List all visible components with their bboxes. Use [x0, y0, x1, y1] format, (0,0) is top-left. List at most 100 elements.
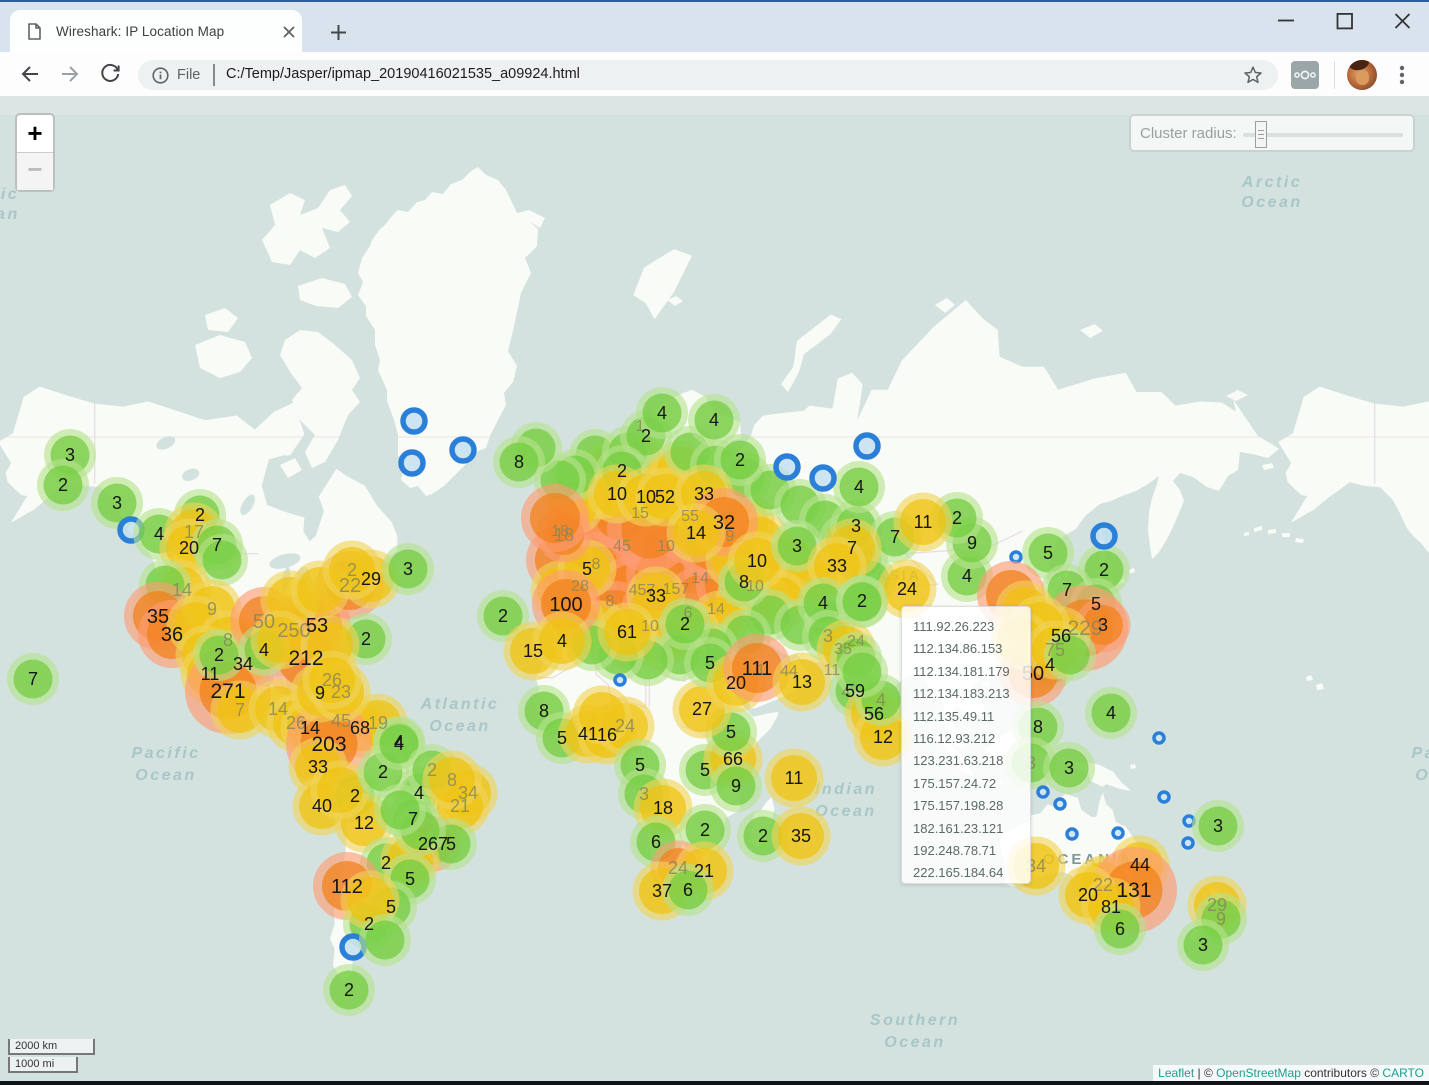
svg-text:7: 7 [212, 535, 222, 555]
svg-text:35: 35 [791, 826, 811, 846]
svg-text:33: 33 [308, 757, 328, 777]
svg-text:34: 34 [233, 654, 253, 674]
svg-text:2: 2 [361, 629, 371, 649]
svg-text:212: 212 [288, 647, 323, 670]
svg-text:8: 8 [514, 452, 524, 472]
svg-text:3: 3 [1064, 758, 1074, 778]
svg-text:5: 5 [1091, 594, 1101, 614]
svg-text:2: 2 [347, 560, 357, 580]
svg-text:5: 5 [726, 722, 736, 742]
svg-text:20: 20 [179, 538, 199, 558]
svg-text:28: 28 [571, 578, 589, 595]
svg-text:267: 267 [418, 834, 448, 854]
svg-text:Southern: Southern [870, 1012, 960, 1029]
svg-text:9: 9 [315, 683, 325, 703]
svg-text:8: 8 [1033, 717, 1043, 737]
svg-text:Indian: Indian [815, 781, 877, 798]
svg-text:56: 56 [1051, 626, 1071, 646]
svg-text:2: 2 [680, 614, 690, 634]
svg-text:37: 37 [652, 881, 672, 901]
svg-text:45: 45 [331, 711, 351, 731]
svg-text:2: 2 [427, 760, 437, 780]
svg-text:59: 59 [845, 681, 865, 701]
svg-text:9: 9 [967, 533, 977, 553]
svg-text:3: 3 [1198, 935, 1208, 955]
svg-text:66: 66 [723, 749, 743, 769]
svg-text:Pacific: Pacific [1411, 745, 1429, 762]
svg-text:12: 12 [354, 813, 374, 833]
svg-text:20: 20 [1078, 885, 1098, 905]
svg-text:Ocean: Ocean [0, 206, 20, 223]
svg-text:3: 3 [1213, 816, 1223, 836]
svg-text:2: 2 [617, 461, 627, 481]
svg-text:2: 2 [214, 645, 224, 665]
svg-text:10: 10 [657, 538, 675, 555]
svg-text:2: 2 [857, 591, 867, 611]
svg-text:14: 14 [686, 523, 706, 543]
svg-text:4: 4 [414, 783, 424, 803]
svg-text:Ocean: Ocean [1415, 767, 1429, 784]
svg-text:5: 5 [700, 760, 710, 780]
svg-text:18: 18 [653, 798, 673, 818]
svg-text:5: 5 [386, 897, 396, 917]
svg-text:6: 6 [1115, 919, 1125, 939]
svg-text:24: 24 [668, 858, 688, 878]
svg-text:4: 4 [854, 477, 864, 497]
svg-text:8: 8 [739, 572, 749, 592]
svg-text:81: 81 [1101, 897, 1121, 917]
svg-text:24: 24 [897, 579, 917, 599]
svg-text:3: 3 [65, 445, 75, 465]
svg-text:9: 9 [731, 776, 741, 796]
svg-text:2: 2 [498, 606, 508, 626]
svg-text:Ocean: Ocean [429, 718, 490, 735]
svg-text:15: 15 [523, 641, 543, 661]
svg-text:21: 21 [694, 861, 714, 881]
svg-text:Atlantic: Atlantic [420, 696, 500, 713]
svg-text:14: 14 [691, 570, 709, 587]
svg-text:Pacific: Pacific [131, 745, 200, 762]
svg-text:2: 2 [378, 762, 388, 782]
svg-text:7: 7 [890, 527, 900, 547]
svg-text:8: 8 [539, 701, 549, 721]
svg-text:15: 15 [631, 505, 649, 522]
svg-text:2: 2 [735, 450, 745, 470]
svg-text:2: 2 [758, 826, 768, 846]
svg-text:2: 2 [952, 508, 962, 528]
svg-text:4: 4 [1045, 655, 1055, 675]
svg-text:111: 111 [742, 658, 772, 680]
svg-text:3: 3 [1098, 615, 1108, 635]
svg-text:2: 2 [641, 426, 651, 446]
svg-text:45: 45 [613, 538, 631, 555]
svg-text:157: 157 [663, 581, 690, 598]
svg-text:4: 4 [1106, 703, 1116, 723]
svg-text:16: 16 [597, 725, 617, 745]
svg-text:56: 56 [864, 704, 884, 724]
svg-text:41: 41 [578, 724, 598, 744]
svg-text:3: 3 [403, 559, 413, 579]
svg-text:4: 4 [709, 410, 719, 430]
svg-text:7: 7 [1062, 580, 1072, 600]
svg-text:3: 3 [823, 626, 833, 646]
svg-text:35: 35 [834, 641, 852, 658]
svg-text:11: 11 [914, 512, 933, 532]
svg-text:11: 11 [785, 768, 804, 788]
svg-text:4: 4 [818, 593, 828, 613]
svg-text:203: 203 [311, 733, 346, 756]
svg-text:8: 8 [606, 593, 615, 610]
svg-text:7: 7 [235, 700, 245, 720]
svg-text:52: 52 [655, 487, 675, 507]
svg-text:Ocean: Ocean [1241, 194, 1302, 211]
svg-text:Ocean: Ocean [884, 1034, 945, 1051]
svg-text:5: 5 [557, 728, 567, 748]
svg-text:33: 33 [827, 556, 847, 576]
svg-text:6: 6 [651, 832, 661, 852]
svg-text:3: 3 [639, 784, 649, 804]
svg-text:2: 2 [364, 914, 374, 934]
svg-text:10: 10 [747, 551, 767, 571]
svg-text:18: 18 [554, 525, 574, 545]
svg-text:3: 3 [112, 493, 122, 513]
svg-text:7: 7 [847, 538, 857, 558]
svg-text:10: 10 [607, 484, 627, 504]
svg-text:4: 4 [154, 524, 164, 544]
svg-text:3: 3 [851, 516, 861, 536]
